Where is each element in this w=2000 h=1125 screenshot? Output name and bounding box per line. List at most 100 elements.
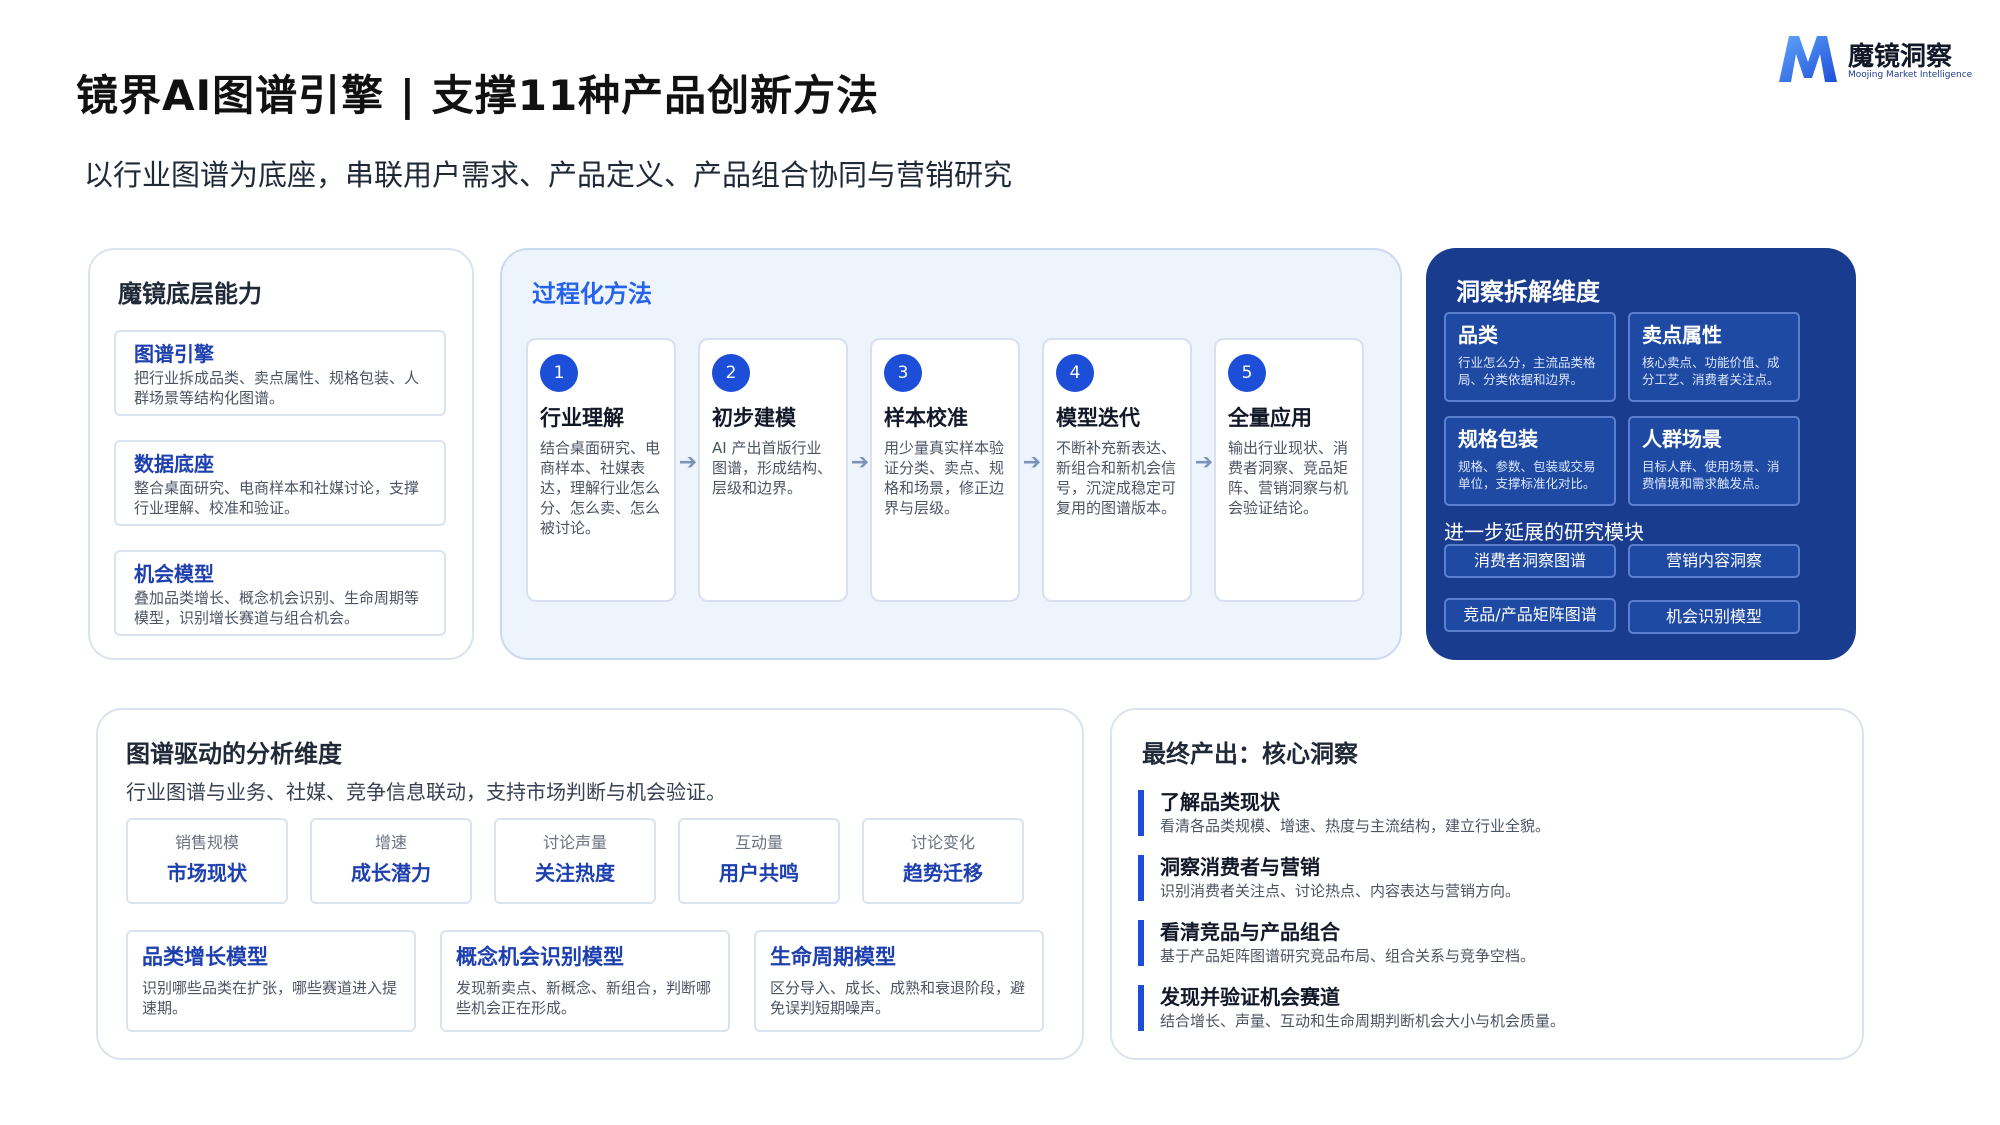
metric-card: 讨论声量 关注热度: [494, 818, 656, 904]
insight-card-title: 规格包装: [1458, 427, 1538, 451]
extension-module: 机会识别模型: [1628, 600, 1800, 634]
brand-name-en: Moojing Market Intelligence: [1848, 70, 1973, 80]
output-item-desc: 识别消费者关注点、讨论热点、内容表达与营销方向。: [1160, 882, 1521, 900]
metric-label: 销售规模: [174, 833, 239, 852]
insight-card-title: 人群场景: [1642, 427, 1722, 451]
model-title: 品类增长模型: [142, 945, 268, 969]
arrow-right-icon: ➔: [1194, 450, 1214, 475]
extension-title: 进一步延展的研究模块: [1444, 520, 1644, 544]
brand-logo: 魔镜洞察 Moojing Market Intelligence: [1775, 32, 1985, 88]
insight-card-desc: 目标人群、使用场景、消费情境和需求触发点。: [1642, 459, 1780, 491]
page-title: 镜界AI图谱引擎 | 支撑11种产品创新方法: [76, 71, 880, 120]
extension-module: 营销内容洞察: [1628, 544, 1800, 578]
metric-card: 互动量 用户共鸣: [678, 818, 840, 904]
extension-module: 消费者洞察图谱: [1444, 544, 1616, 578]
insight-card: 品类 行业怎么分，主流品类格局、分类依据和边界。: [1444, 312, 1616, 402]
output-item: 了解品类现状 看清各品类规模、增速、热度与主流结构，建立行业全貌。: [1138, 790, 1838, 836]
step-number: 5: [1228, 354, 1266, 392]
arrow-right-icon: ➔: [1022, 450, 1042, 475]
output-item-title: 发现并验证机会赛道: [1160, 985, 1340, 1009]
brand-name-cn: 魔镜洞察: [1848, 42, 1953, 72]
metric-value: 用户共鸣: [719, 861, 799, 885]
metric-label: 互动量: [734, 833, 783, 852]
step-number: 1: [540, 354, 578, 392]
model-desc: 识别哪些品类在扩张，哪些赛道进入提速期。: [142, 979, 398, 1017]
step-desc: 不断补充新表达、新组合和新机会信号，沉淀成稳定可复用的图谱版本。: [1056, 439, 1177, 517]
output-panel: 最终产出：核心洞察 了解品类现状 看清各品类规模、增速、热度与主流结构，建立行业…: [1110, 708, 1864, 1060]
output-item-title: 洞察消费者与营销: [1160, 855, 1320, 879]
output-item: 洞察消费者与营销 识别消费者关注点、讨论热点、内容表达与营销方向。: [1138, 855, 1838, 901]
capability-title: 图谱引擎: [134, 342, 214, 366]
model-card: 概念机会识别模型 发现新卖点、新概念、新组合，判断哪些机会正在形成。: [440, 930, 730, 1032]
step-number: 3: [884, 354, 922, 392]
capability-title: 数据底座: [134, 452, 214, 476]
capability-card: 机会模型 叠加品类增长、概念机会识别、生命周期等模型，识别增长赛道与组合机会。: [114, 550, 446, 636]
step-number: 4: [1056, 354, 1094, 392]
process-step: 2 初步建模 AI 产出首版行业图谱，形成结构、层级和边界。: [698, 338, 848, 602]
output-item: 发现并验证机会赛道 结合增长、声量、互动和生命周期判断机会大小与机会质量。: [1138, 985, 1838, 1031]
step-desc: 结合桌面研究、电商样本、社媒表达，理解行业怎么分、怎么卖、怎么被讨论。: [540, 439, 661, 537]
analysis-panel: 图谱驱动的分析维度 行业图谱与业务、社媒、竞争信息联动，支持市场判断与机会验证。…: [96, 708, 1084, 1060]
arrow-right-icon: ➔: [850, 450, 870, 475]
insight-card: 人群场景 目标人群、使用场景、消费情境和需求触发点。: [1628, 416, 1800, 506]
capability-desc: 整合桌面研究、电商样本和社媒讨论，支撑行业理解、校准和验证。: [134, 479, 420, 517]
capabilities-title: 魔镜底层能力: [118, 280, 262, 308]
output-item-desc: 结合增长、声量、互动和生命周期判断机会大小与机会质量。: [1160, 1012, 1566, 1030]
step-title: 初步建模: [712, 406, 796, 430]
step-title: 模型迭代: [1056, 406, 1140, 430]
insight-title: 洞察拆解维度: [1456, 278, 1600, 306]
capability-card: 图谱引擎 把行业拆成品类、卖点属性、规格包装、人群场景等结构化图谱。: [114, 330, 446, 416]
metric-label: 讨论声量: [542, 833, 607, 852]
model-title: 生命周期模型: [770, 945, 896, 969]
page-subtitle: 以行业图谱为底座，串联用户需求、产品定义、产品组合协同与营销研究: [84, 158, 1013, 192]
metric-label: 讨论变化: [910, 833, 975, 852]
output-item-desc: 看清各品类规模、增速、热度与主流结构，建立行业全貌。: [1160, 817, 1551, 835]
output-item-desc: 基于产品矩阵图谱研究竞品布局、组合关系与竞争空档。: [1160, 947, 1536, 965]
arrow-right-icon: ➔: [678, 450, 698, 475]
step-number: 2: [712, 354, 750, 392]
extension-module: 竞品/产品矩阵图谱: [1444, 598, 1616, 632]
step-desc: AI 产出首版行业图谱，形成结构、层级和边界。: [712, 439, 833, 497]
metric-value: 市场现状: [167, 861, 247, 885]
metric-value: 成长潜力: [351, 861, 431, 885]
step-title: 全量应用: [1228, 406, 1312, 430]
insight-card-desc: 行业怎么分，主流品类格局、分类依据和边界。: [1458, 355, 1596, 387]
metric-card: 讨论变化 趋势迁移: [862, 818, 1024, 904]
step-desc: 用少量真实样本验证分类、卖点、规格和场景，修正边界与层级。: [884, 439, 1005, 517]
model-desc: 区分导入、成长、成熟和衰退阶段，避免误判短期噪声。: [770, 979, 1026, 1017]
insight-card-desc: 规格、参数、包装或交易单位，支撑标准化对比。: [1458, 459, 1596, 491]
metric-card: 增速 成长潜力: [310, 818, 472, 904]
insight-card: 规格包装 规格、参数、包装或交易单位，支撑标准化对比。: [1444, 416, 1616, 506]
m-logo-icon: [1779, 36, 1837, 82]
analysis-subtitle: 行业图谱与业务、社媒、竞争信息联动，支持市场判断与机会验证。: [126, 780, 726, 804]
insight-panel: 洞察拆解维度 品类 行业怎么分，主流品类格局、分类依据和边界。 卖点属性 核心卖…: [1426, 248, 1856, 660]
model-card: 生命周期模型 区分导入、成长、成熟和衰退阶段，避免误判短期噪声。: [754, 930, 1044, 1032]
step-desc: 输出行业现状、消费者洞察、竞品矩阵、营销洞察与机会验证结论。: [1228, 439, 1349, 517]
output-item: 看清竞品与产品组合 基于产品矩阵图谱研究竞品布局、组合关系与竞争空档。: [1138, 920, 1838, 966]
process-step: 1 行业理解 结合桌面研究、电商样本、社媒表达，理解行业怎么分、怎么卖、怎么被讨…: [526, 338, 676, 602]
model-card: 品类增长模型 识别哪些品类在扩张，哪些赛道进入提速期。: [126, 930, 416, 1032]
capabilities-panel: 魔镜底层能力 图谱引擎 把行业拆成品类、卖点属性、规格包装、人群场景等结构化图谱…: [88, 248, 474, 660]
metric-card: 销售规模 市场现状: [126, 818, 288, 904]
metric-value: 趋势迁移: [903, 861, 983, 885]
capability-card: 数据底座 整合桌面研究、电商样本和社媒讨论，支撑行业理解、校准和验证。: [114, 440, 446, 526]
capability-title: 机会模型: [134, 562, 214, 586]
metric-value: 关注热度: [535, 861, 615, 885]
analysis-title: 图谱驱动的分析维度: [126, 740, 342, 768]
insight-card-desc: 核心卖点、功能价值、成分工艺、消费者关注点。: [1642, 355, 1780, 387]
process-step: 3 样本校准 用少量真实样本验证分类、卖点、规格和场景，修正边界与层级。: [870, 338, 1020, 602]
model-title: 概念机会识别模型: [456, 945, 624, 969]
step-title: 样本校准: [884, 406, 968, 430]
process-panel: 过程化方法 1 行业理解 结合桌面研究、电商样本、社媒表达，理解行业怎么分、怎么…: [500, 248, 1402, 660]
insight-card-title: 品类: [1458, 323, 1498, 347]
process-step: 5 全量应用 输出行业现状、消费者洞察、竞品矩阵、营销洞察与机会验证结论。: [1214, 338, 1364, 602]
insight-card-title: 卖点属性: [1642, 323, 1722, 347]
output-title: 最终产出：核心洞察: [1142, 740, 1358, 768]
output-item-title: 了解品类现状: [1160, 790, 1280, 814]
metric-label: 增速: [374, 833, 407, 852]
insight-card: 卖点属性 核心卖点、功能价值、成分工艺、消费者关注点。: [1628, 312, 1800, 402]
capability-desc: 把行业拆成品类、卖点属性、规格包装、人群场景等结构化图谱。: [134, 369, 420, 407]
process-step: 4 模型迭代 不断补充新表达、新组合和新机会信号，沉淀成稳定可复用的图谱版本。: [1042, 338, 1192, 602]
model-desc: 发现新卖点、新概念、新组合，判断哪些机会正在形成。: [456, 979, 712, 1017]
output-item-title: 看清竞品与产品组合: [1160, 920, 1340, 944]
